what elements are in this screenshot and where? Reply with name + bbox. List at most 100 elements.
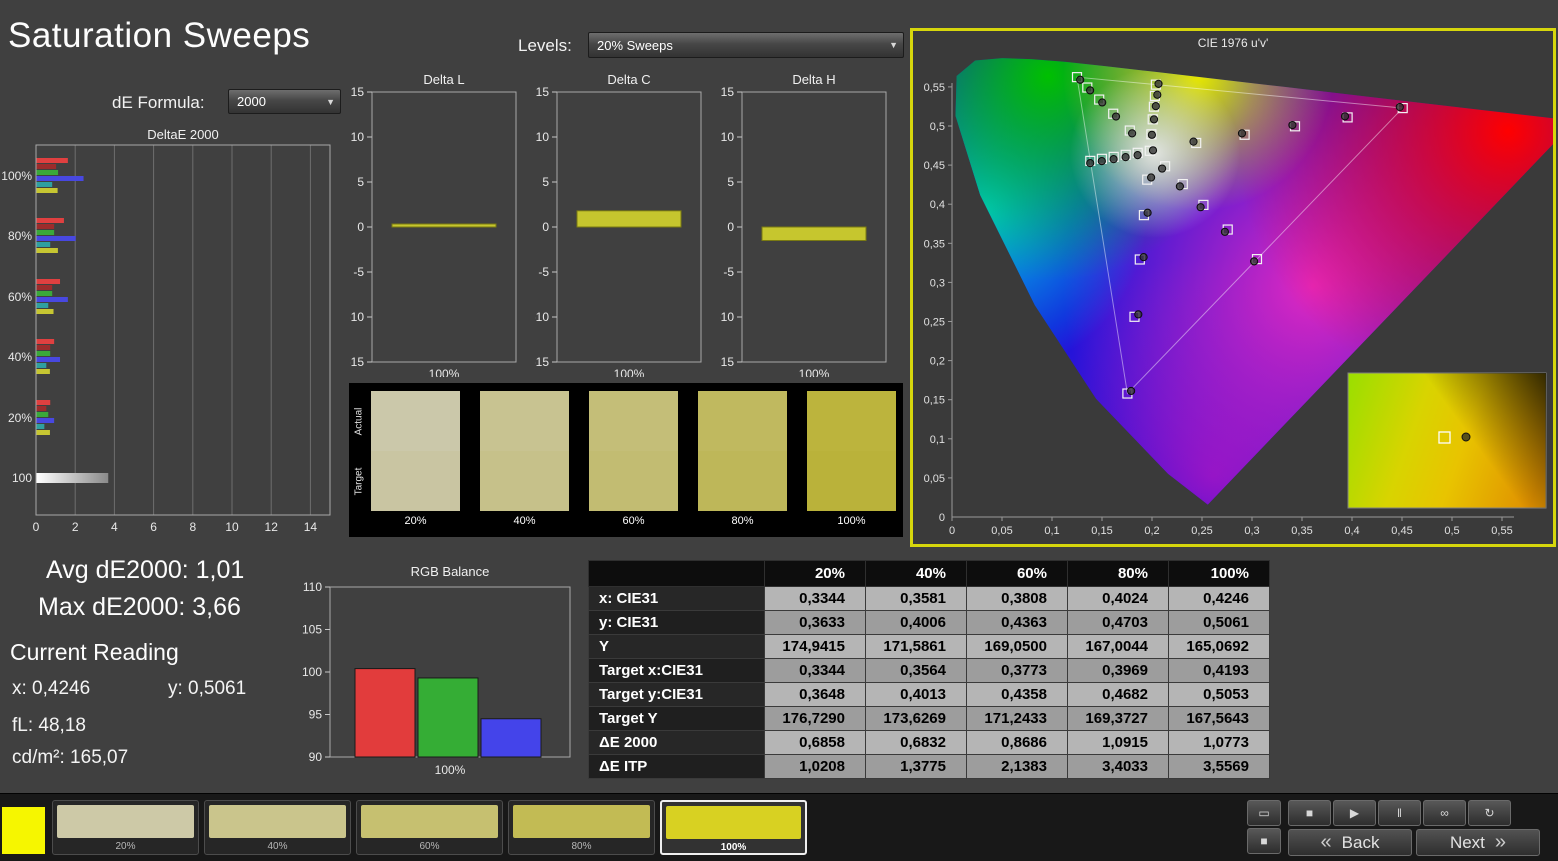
de-formula-value: 2000 [237, 94, 266, 109]
saturation-swatch-20%: 20% [371, 391, 460, 533]
y-tick-label: 10 [351, 130, 365, 144]
pattern-window-button[interactable]: ■ [1247, 828, 1281, 854]
de-bar [36, 170, 59, 175]
stop-button[interactable]: ■ [1288, 800, 1331, 826]
y-group-label: 60% [8, 290, 32, 304]
back-button[interactable]: « Back [1288, 829, 1412, 856]
table-cell: 1,0208 [764, 754, 866, 779]
chevron-left-icon: « [1320, 831, 1332, 853]
pattern-small-button[interactable]: ▭ [1247, 800, 1281, 826]
column-header-20%: 20% [764, 560, 866, 587]
table-cell: 169,0500 [966, 634, 1068, 659]
play-button[interactable]: ▶ [1333, 800, 1376, 826]
de-bar [36, 285, 53, 290]
de-bar [36, 430, 50, 435]
de-bar [36, 188, 58, 193]
patch-color [361, 805, 498, 838]
loop-button[interactable]: ↻ [1468, 800, 1511, 826]
patch-label: 20% [115, 841, 136, 852]
y-tick-label: -10 [350, 310, 364, 324]
patch-color [57, 805, 194, 838]
measured-marker [1149, 115, 1159, 124]
actual-swatch [807, 391, 896, 451]
x-tick-label: 0,45 [1391, 525, 1412, 537]
de-bar [36, 236, 76, 241]
continuous-measure-button[interactable]: ∞ [1423, 800, 1466, 826]
table-cell: 0,3633 [764, 610, 866, 635]
x-tick-label: 2 [72, 520, 79, 534]
saturation-swatch-100%: 100% [807, 391, 896, 533]
de-bar [36, 242, 51, 247]
measured-marker [1250, 257, 1259, 266]
y-tick-label: 0 [939, 512, 945, 524]
de-bar [36, 412, 49, 417]
de-bar [36, 400, 51, 405]
swatch-label: 20% [404, 515, 427, 527]
table-cell: 1,3775 [865, 754, 967, 779]
x-tick-label: 10 [225, 520, 239, 534]
levels-label: Levels: [518, 36, 572, 55]
current-reading-y: y: 0,5061 [168, 678, 247, 699]
de-bar [36, 297, 68, 302]
next-button[interactable]: Next » [1416, 829, 1540, 856]
de-bar [36, 176, 84, 181]
table-row: ΔE 2000 0,6858 0,6832 0,8686 1,0915 1,0773 [588, 730, 1270, 755]
y-tick-label: -5 [353, 265, 364, 279]
table-cell: 171,2433 [966, 706, 1068, 731]
x-tick-label: 0,4 [1344, 525, 1359, 537]
table-cell: 0,6832 [865, 730, 967, 755]
delta-bar [576, 210, 682, 228]
de-bar [36, 424, 45, 429]
current-reading-fl: fL: 48,18 [12, 715, 86, 736]
delta-l-chart: 15 10 5 0 -5 -10 -15 Delta L 100% [347, 72, 520, 381]
chevron-right-icon: » [1494, 831, 1507, 853]
target-swatch [807, 451, 896, 511]
swatch-row-label-target: Target [353, 467, 365, 495]
pattern-level-80%-button[interactable]: 80% [508, 800, 655, 855]
measured-marker [1133, 150, 1142, 160]
delta-bar [391, 223, 497, 228]
table-cell: 0,3969 [1067, 658, 1169, 683]
de-bar [36, 351, 51, 356]
pattern-level-20%-button[interactable]: 20% [52, 800, 199, 855]
rgb-bar-green [417, 677, 479, 758]
pattern-level-100%-button[interactable]: 100% [660, 800, 807, 855]
levels-dropdown[interactable]: 20% Sweeps ▼ [588, 32, 904, 58]
swatch-label: 80% [731, 515, 754, 527]
deltae2000-chart: 0 2 4 6 8 10 12 14 DeltaE 2000 100% 80% 60% 40% 20% 10… [0, 127, 348, 540]
bottom-control-bar: « Back Next » 20% 40% 60% 80% 100% ▭ ■ ■ ▶ ‖ ∞ ↻ [0, 793, 1558, 861]
y-tick-label: 5 [727, 175, 734, 189]
swatch-label: 40% [513, 515, 536, 527]
page-title: Saturation Sweeps [8, 16, 311, 55]
table-cell: 0,3344 [764, 586, 866, 611]
x-tick-label: 8 [189, 520, 196, 534]
y-tick-label: 90 [309, 750, 323, 764]
row-label: ΔE ITP [588, 754, 765, 779]
de-formula-dropdown[interactable]: 2000 ▼ [228, 89, 341, 114]
y-group-label: 20% [8, 411, 32, 425]
y-tick-label: 10 [721, 130, 735, 144]
measured-marker [1134, 310, 1143, 319]
table-cell: 0,4006 [865, 610, 967, 635]
pattern-level-40%-button[interactable]: 40% [204, 800, 351, 855]
current-reading-title: Current Reading [10, 639, 179, 665]
table-row: x: CIE31 0,3344 0,3581 0,3808 0,4024 0,4246 [588, 586, 1270, 611]
measured-marker [1153, 90, 1162, 99]
levels-value: 20% Sweeps [597, 37, 673, 53]
measured-marker [1395, 102, 1404, 112]
pause-button[interactable]: ‖ [1378, 800, 1421, 826]
table-row: Target x:CIE31 0,3344 0,3564 0,3773 0,3969 0,… [588, 658, 1270, 683]
measured-marker [1288, 120, 1297, 130]
actual-swatch [589, 391, 678, 451]
de-bar [36, 369, 50, 374]
y-tick-label: 0,1 [930, 434, 945, 446]
y-tick-label: 15 [536, 85, 550, 99]
current-reading-x: x: 0,4246 [12, 678, 91, 699]
table-cell: 0,3344 [764, 658, 866, 683]
measured-marker [1220, 227, 1229, 236]
pattern-level-60%-button[interactable]: 60% [356, 800, 503, 855]
row-label: Y [588, 634, 765, 659]
swatch-label: 60% [622, 515, 645, 527]
chart-title: DeltaE 2000 [147, 128, 219, 142]
table-cell: 176,7290 [764, 706, 866, 731]
